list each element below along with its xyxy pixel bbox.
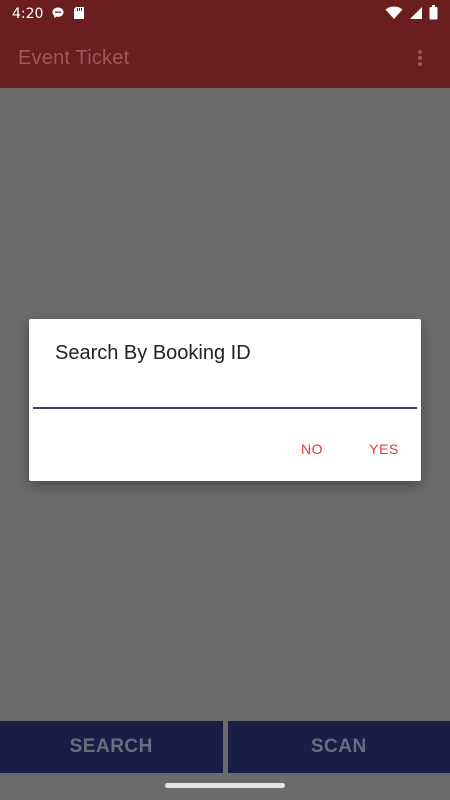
yes-button[interactable]: YES [369, 441, 399, 457]
overflow-menu-icon[interactable] [408, 46, 432, 70]
battery-icon [429, 5, 438, 23]
bottom-action-bar: SEARCH SCAN [0, 721, 450, 773]
no-button[interactable]: NO [301, 441, 323, 457]
cell-signal-icon [409, 6, 423, 23]
dialog-actions: NO YES [301, 441, 399, 457]
wifi-icon [385, 6, 403, 23]
search-button[interactable]: SEARCH [0, 721, 223, 773]
status-time: 4:20 [12, 6, 44, 22]
chat-bubble-icon [51, 6, 65, 23]
app-title: Event Ticket [18, 46, 130, 69]
app-bar: Event Ticket [0, 28, 450, 88]
booking-id-input[interactable] [33, 391, 417, 409]
home-indicator[interactable] [165, 783, 285, 788]
sd-card-icon [73, 6, 85, 23]
gesture-nav-area [0, 773, 450, 800]
status-bar: 4:20 [0, 0, 450, 28]
search-dialog: Search By Booking ID NO YES [29, 319, 421, 481]
dialog-title: Search By Booking ID [55, 342, 251, 364]
scan-button[interactable]: SCAN [227, 721, 450, 773]
